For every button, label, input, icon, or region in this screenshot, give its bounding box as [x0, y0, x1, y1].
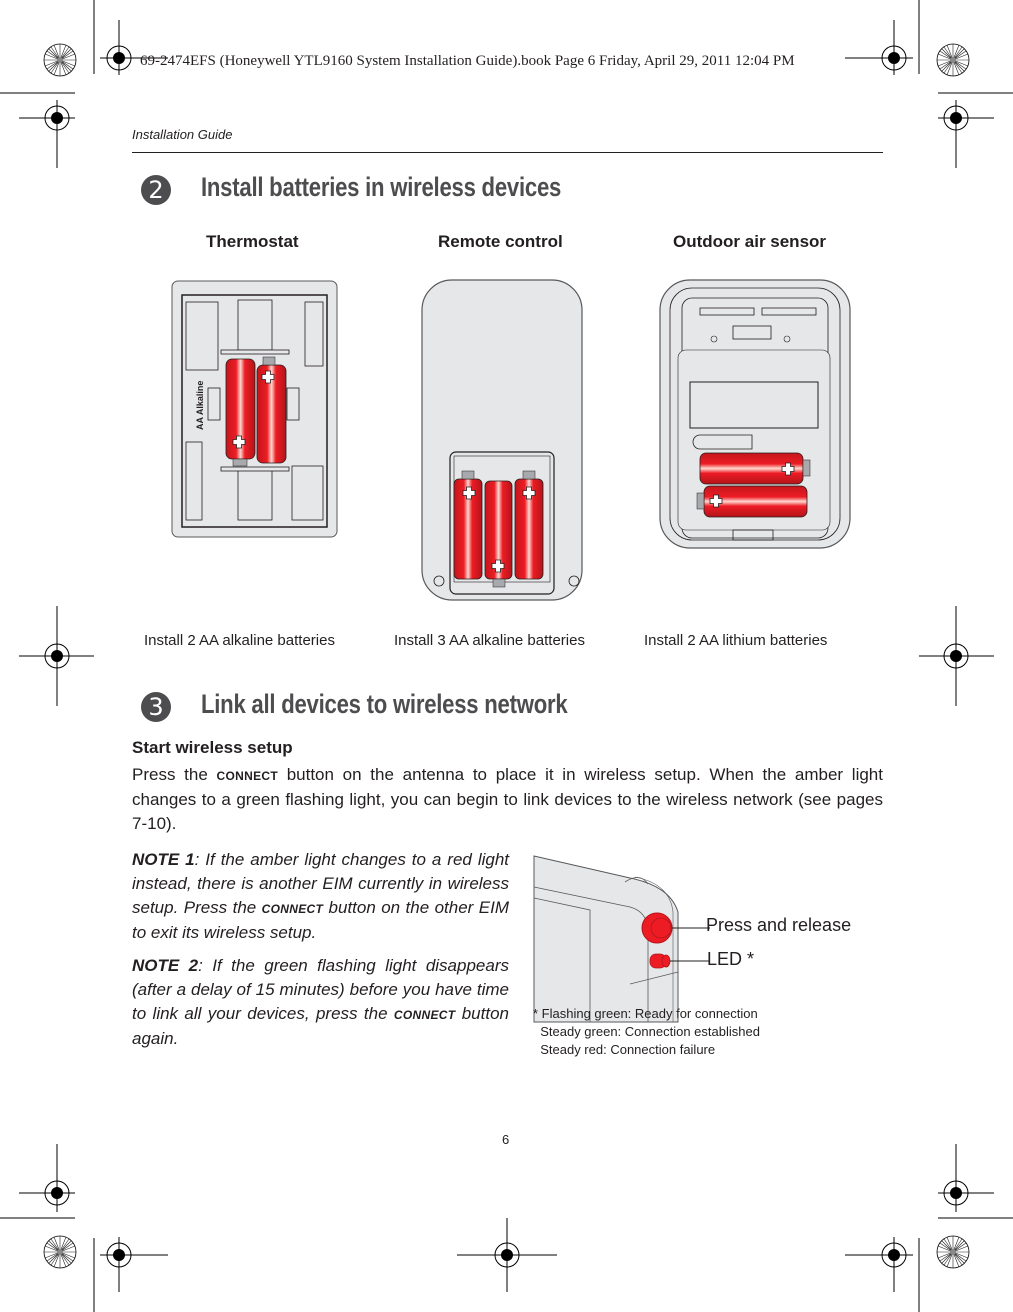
legend-line: Steady red: Connection failure: [533, 1042, 716, 1057]
battery-illustrations: AA Alkaline: [171, 279, 851, 601]
connect-keyword: CONNECT: [261, 902, 324, 916]
section-title: Link all devices to wireless network: [201, 689, 568, 719]
caption-thermostat: Install 2 AA alkaline batteries: [144, 632, 335, 649]
page-number: 6: [502, 1132, 510, 1147]
outdoor-sensor-illustration: [659, 279, 851, 549]
callout-press-and-release: Press and release: [706, 915, 852, 935]
caption-outdoor-sensor: Install 2 AA lithium batteries: [644, 632, 828, 649]
battery-marking: AA Alkaline: [195, 381, 205, 430]
connect-keyword: CONNECT: [216, 769, 278, 783]
eim-antenna-illustration: [533, 855, 710, 1023]
note-2: NOTE 2: If the green flashing light disa…: [132, 954, 509, 1051]
step-number-badge: 3: [141, 692, 171, 722]
body-paragraph: Press the CONNECT button on the antenna …: [132, 763, 883, 836]
connect-keyword: CONNECT: [393, 1008, 456, 1022]
legend-line: Steady green: Connection established: [533, 1024, 760, 1039]
thermostat-illustration: AA Alkaline: [171, 280, 338, 538]
note-1: NOTE 1: If the amber light changes to a …: [132, 848, 509, 945]
note-label: NOTE 2: [132, 956, 199, 975]
remote-control-illustration: [421, 279, 583, 601]
text: Press the: [132, 765, 217, 784]
connect-button: [641, 912, 673, 944]
note-label: NOTE 1: [132, 850, 195, 869]
legend-line: * Flashing green: Ready for connection: [533, 1006, 758, 1021]
caption-remote: Install 3 AA alkaline batteries: [394, 632, 585, 649]
subheading: Start wireless setup: [132, 738, 293, 757]
callout-led: LED *: [707, 949, 755, 969]
led-status-legend: * Flashing green: Ready for connection S…: [533, 1005, 760, 1059]
